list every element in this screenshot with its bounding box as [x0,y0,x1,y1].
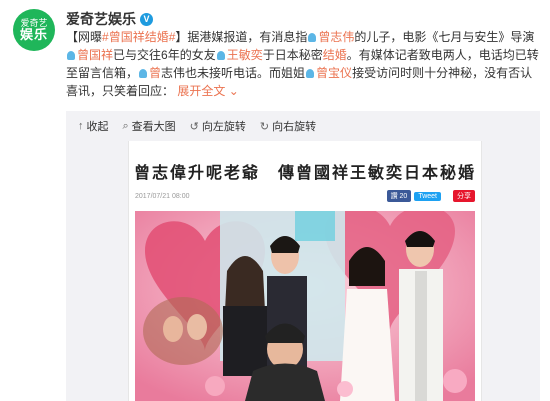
post-prefix: 【网曝 [66,30,103,44]
rotate-left-icon: ↺ [189,120,199,133]
post-text: 【网曝#曾国祥结婚#】据港媒报道，有消息指 曾志伟的儿子，电影《七月与安生》导演曾… [66,28,540,100]
expanded-image[interactable]: 曾志偉升呢老爺 傳曾國祥王敏奕日本秘婚 2017/07/21 08:00 讚 2… [128,141,482,401]
post-seg1: 】据港媒报道，有消息指 [175,30,308,44]
article-date: 2017/07/21 08:00 [135,192,190,200]
account-header: 爱奇艺娱乐 V [66,9,153,29]
person-icon [306,69,315,78]
post-seg6: 志伟也未接听电话。而姐姐 [161,66,306,80]
post-seg4: 于日本秘密 [262,48,323,62]
topic-link[interactable]: #曾国祥结婚# [102,30,175,44]
weibo-share-button: 分享 [453,190,475,202]
person-link-1[interactable]: 曾志伟 [318,30,354,44]
post-seg3: 已与交往6年的女友 [113,48,216,62]
facebook-like-button: 讚 20 [386,190,412,202]
rotate-right-label: 向右旋转 [272,121,317,133]
keyword-link[interactable]: 结婚 [323,48,347,62]
verified-icon: V [140,12,153,26]
rotate-right-button[interactable]: ↻ 向右旋转 [260,118,316,134]
account-avatar[interactable]: 爱奇艺 娱乐 [13,9,55,51]
person-icon [308,33,317,42]
person-icon [67,51,75,60]
photo-collage-illustration [135,211,475,401]
chevron-down-icon: ⌄ [225,84,239,98]
tweet-button: Tweet [414,191,441,201]
expand-label: 展开全文 [177,84,226,98]
person-link-3[interactable]: 王敏奕 [227,48,263,62]
rotate-left-button[interactable]: ↺ 向左旋转 [190,118,246,134]
avatar-text-big: 娱乐 [19,27,48,42]
magnifier-icon: ⌕ [122,119,129,132]
post-seg2: 的儿子，电影《七月与安生》导演 [354,30,535,44]
collapse-button[interactable]: ↑ 收起 [78,118,109,134]
person-icon [216,51,225,60]
person-link-5[interactable]: 曾宝仪 [316,66,352,80]
article-headline: 曾志偉升呢老爺 傳曾國祥王敏奕日本秘婚 [133,163,476,182]
rotate-left-label: 向左旋转 [201,121,246,133]
account-name[interactable]: 爱奇艺娱乐 [66,9,136,29]
image-toolbar: ↑ 收起 ⌕ 查看大图 ↺ 向左旋转 ↻ 向右旋转 [66,111,540,141]
wedding-photo-collage [135,211,475,401]
person-link-2[interactable]: 曾国祥 [77,48,113,62]
expand-full-text-link[interactable]: 展开全文 ⌄ [177,84,238,98]
person-link-4[interactable]: 曾 [149,66,161,80]
collapse-icon: ↑ [78,120,84,132]
view-large-button[interactable]: ⌕ 查看大图 [123,118,176,134]
rotate-right-icon: ↻ [259,120,270,133]
person-icon [139,69,148,78]
view-large-label: 查看大图 [131,121,176,133]
article-meta-row: 2017/07/21 08:00 讚 20 Tweet 分享 [135,189,475,203]
collapse-label: 收起 [86,121,109,133]
